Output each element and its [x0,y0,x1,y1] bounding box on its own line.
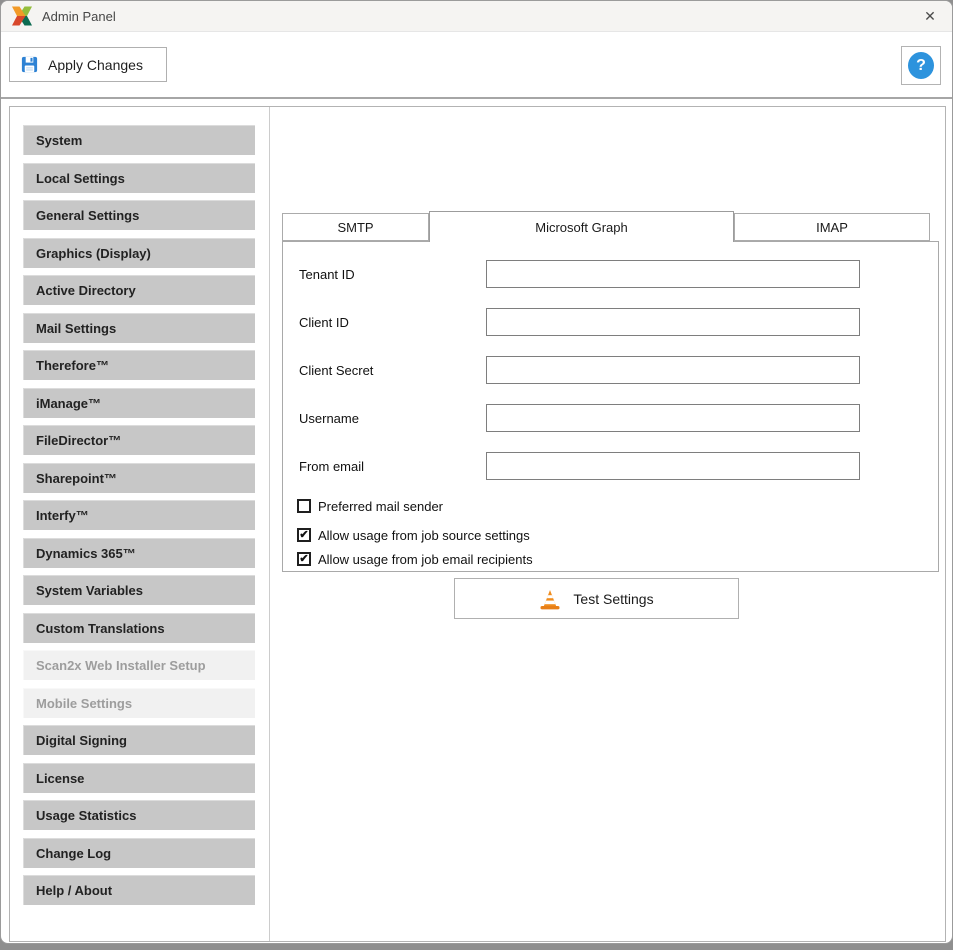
sidebar-item-label: Usage Statistics [36,808,136,823]
sidebar-item-label: System Variables [36,583,143,598]
sidebar-item-dynamics-365[interactable]: Dynamics 365™ [23,538,255,568]
sidebar-item-digital-signing[interactable]: Digital Signing [23,725,255,755]
sidebar-item-change-log[interactable]: Change Log [23,838,255,868]
field-row: From email [299,452,860,480]
test-settings-button[interactable]: Test Settings [454,578,739,619]
sidebar: System Local Settings General Settings Grap… [23,125,255,905]
allow-usage-from-job-source-settings-checkbox[interactable]: ✔ [297,528,311,542]
allow-usage-from-job-email-recipients-checkbox[interactable]: ✔ [297,552,311,566]
checkbox-row: ✔ Allow usage from job source settings [297,527,530,543]
app-logo-icon [11,6,33,26]
preferred-mail-sender-checkbox[interactable] [297,499,311,513]
window-title: Admin Panel [42,9,116,24]
sidebar-item-interfy[interactable]: Interfy™ [23,500,255,530]
checkbox-row: Preferred mail sender [297,498,443,514]
admin-panel-window: Admin Panel ✕ Apply Changes ? System Loca… [0,0,953,944]
client-id-label: Client ID [299,315,486,330]
from-email-input[interactable] [486,452,860,480]
sidebar-item-license[interactable]: License [23,763,255,793]
sidebar-item-mobile-settings[interactable]: Mobile Settings [23,688,255,718]
checkbox-label: Allow usage from job source settings [318,528,530,543]
sidebar-item-local-settings[interactable]: Local Settings [23,163,255,193]
sidebar-item-imanage[interactable]: iManage™ [23,388,255,418]
sidebar-item-label: FileDirector™ [36,433,121,448]
username-input[interactable] [486,404,860,432]
test-settings-label: Test Settings [573,591,653,607]
sidebar-item-graphics-display[interactable]: Graphics (Display) [23,238,255,268]
sidebar-item-label: Sharepoint™ [36,471,117,486]
sidebar-item-label: Mobile Settings [36,696,132,711]
tab-microsoft-graph[interactable]: Microsoft Graph [429,211,734,242]
client-secret-input[interactable] [486,356,860,384]
sidebar-item-label: Therefore™ [36,358,109,373]
tenant-id-label: Tenant ID [299,267,486,282]
field-row: Tenant ID [299,260,860,288]
sidebar-item-label: Local Settings [36,171,125,186]
sidebar-item-label: iManage™ [36,396,101,411]
sidebar-item-label: License [36,771,84,786]
save-icon [20,55,39,74]
sidebar-item-active-directory[interactable]: Active Directory [23,275,255,305]
sidebar-item-label: Help / About [36,883,112,898]
checkbox-row: ✔ Allow usage from job email recipients [297,551,533,567]
checkbox-label: Preferred mail sender [318,499,443,514]
microsoft-graph-panel: Tenant ID Client ID Client Secret Username F… [282,241,939,572]
toolbar: Apply Changes ? [1,32,952,99]
sidebar-item-scan2x-web-installer-setup[interactable]: Scan2x Web Installer Setup [23,650,255,680]
sidebar-item-label: Digital Signing [36,733,127,748]
field-row: Username [299,404,860,432]
sidebar-item-label: Mail Settings [36,321,116,336]
help-icon: ? [908,52,934,79]
field-row: Client ID [299,308,860,336]
sidebar-item-system-variables[interactable]: System Variables [23,575,255,605]
traffic-cone-icon [539,588,561,610]
sidebar-item-label: System [36,133,82,148]
titlebar: Admin Panel ✕ [1,1,952,32]
field-row: Client Secret [299,356,860,384]
sidebar-divider [269,107,270,941]
client-secret-label: Client Secret [299,363,486,378]
sidebar-item-label: Interfy™ [36,508,89,523]
help-button[interactable]: ? [901,46,941,85]
sidebar-item-general-settings[interactable]: General Settings [23,200,255,230]
sidebar-item-label: Scan2x Web Installer Setup [36,658,206,673]
sidebar-item-label: Custom Translations [36,621,165,636]
main-content: System Local Settings General Settings Grap… [9,106,946,942]
mail-tab-bar: SMTPMicrosoft GraphIMAP [282,210,930,241]
from-email-label: From email [299,459,486,474]
sidebar-item-label: Dynamics 365™ [36,546,136,561]
tab-imap[interactable]: IMAP [734,213,930,241]
tenant-id-input[interactable] [486,260,860,288]
sidebar-item-label: Active Directory [36,283,136,298]
sidebar-item-label: General Settings [36,208,139,223]
checkbox-label: Allow usage from job email recipients [318,552,533,567]
tab-smtp[interactable]: SMTP [282,213,429,241]
sidebar-item-help-about[interactable]: Help / About [23,875,255,905]
sidebar-item-label: Change Log [36,846,111,861]
close-icon[interactable]: ✕ [914,4,946,28]
sidebar-item-filedirector[interactable]: FileDirector™ [23,425,255,455]
apply-changes-label: Apply Changes [48,57,143,73]
sidebar-item-sharepoint[interactable]: Sharepoint™ [23,463,255,493]
apply-changes-button[interactable]: Apply Changes [9,47,167,82]
username-label: Username [299,411,486,426]
sidebar-item-custom-translations[interactable]: Custom Translations [23,613,255,643]
client-id-input[interactable] [486,308,860,336]
sidebar-item-label: Graphics (Display) [36,246,151,261]
sidebar-item-therefore[interactable]: Therefore™ [23,350,255,380]
sidebar-item-usage-statistics[interactable]: Usage Statistics [23,800,255,830]
sidebar-item-system[interactable]: System [23,125,255,155]
sidebar-item-mail-settings[interactable]: Mail Settings [23,313,255,343]
